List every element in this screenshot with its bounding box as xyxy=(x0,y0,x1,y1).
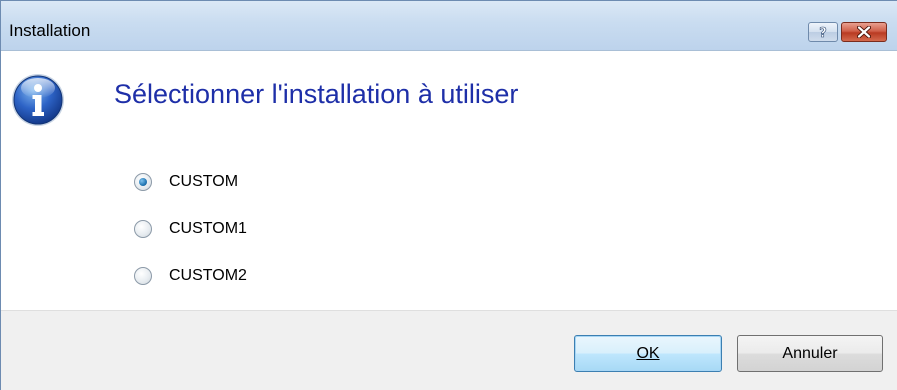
title-bar[interactable]: Installation ? xyxy=(1,1,897,51)
info-icon xyxy=(12,74,64,126)
dialog-content: Sélectionner l'installation à utiliser C… xyxy=(1,51,897,310)
option-label: CUSTOM2 xyxy=(169,267,247,284)
cancel-button[interactable]: Annuler xyxy=(737,335,883,372)
option-label: CUSTOM1 xyxy=(169,220,247,237)
close-button[interactable] xyxy=(841,22,887,42)
option-custom2[interactable]: CUSTOM2 xyxy=(134,264,247,288)
radio-custom[interactable] xyxy=(134,173,152,191)
installation-dialog: Installation ? Sélectionner l'installati… xyxy=(0,0,897,390)
svg-text:?: ? xyxy=(819,26,827,39)
radio-selected-dot xyxy=(139,178,147,186)
cancel-button-label: Annuler xyxy=(782,344,838,362)
radio-custom2[interactable] xyxy=(134,267,152,285)
ok-button[interactable]: OK xyxy=(574,335,722,372)
option-custom1[interactable]: CUSTOM1 xyxy=(134,217,247,241)
option-label: CUSTOM xyxy=(169,173,239,190)
radio-custom1[interactable] xyxy=(134,220,152,238)
window-title: Installation xyxy=(9,21,91,40)
help-icon: ? xyxy=(819,26,827,39)
option-custom[interactable]: CUSTOM xyxy=(134,170,238,194)
help-button[interactable]: ? xyxy=(808,22,838,42)
dialog-footer: OK Annuler xyxy=(1,310,897,390)
close-icon xyxy=(857,26,871,38)
ok-button-label: OK xyxy=(636,344,660,362)
dialog-heading: Sélectionner l'installation à utiliser xyxy=(114,79,519,109)
